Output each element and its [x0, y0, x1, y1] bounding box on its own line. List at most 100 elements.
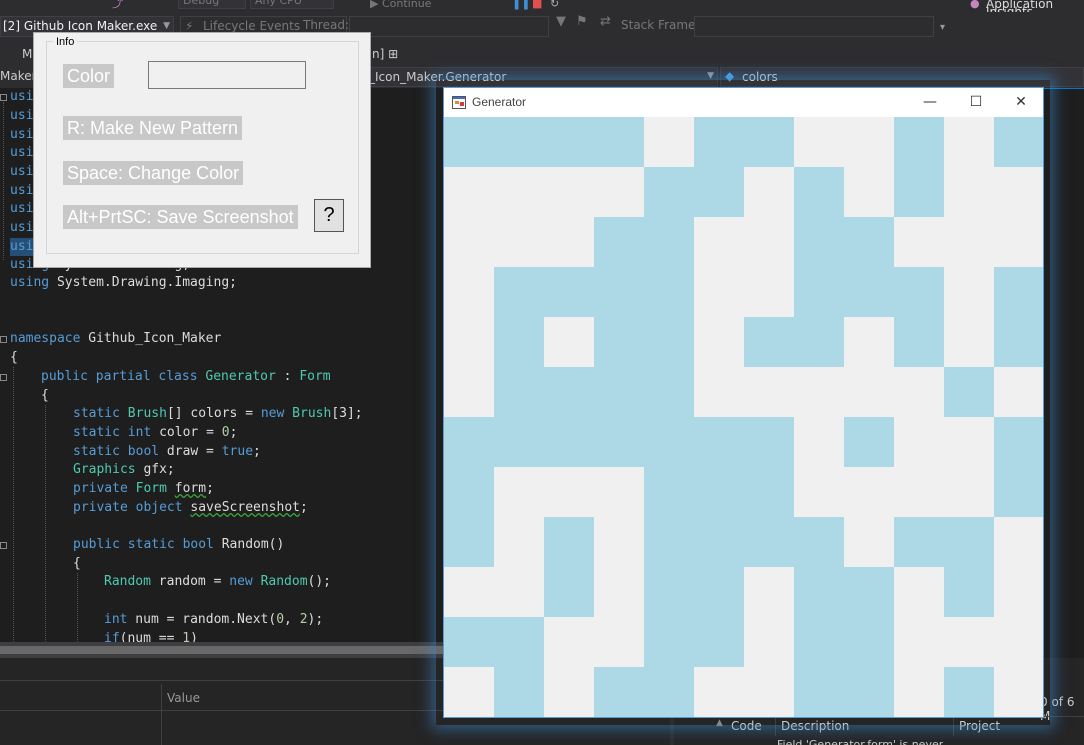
continue-button[interactable]: ▶ Continue	[370, 0, 431, 10]
pattern-cell	[644, 367, 694, 417]
code-keyword: private	[73, 481, 136, 496]
pattern-cell	[594, 117, 644, 167]
color-field[interactable]	[148, 61, 306, 89]
step-icon[interactable]: ⤴	[112, 0, 123, 10]
app-form-icon	[452, 96, 466, 109]
fold-toggle[interactable]	[0, 374, 7, 381]
code-type: Form	[135, 481, 167, 496]
info-window: Info Color R: Make New Pattern Space: Ch…	[33, 32, 371, 268]
editor-horizontal-scrollbar[interactable]	[0, 642, 445, 658]
code-keyword: public static bool	[73, 537, 214, 552]
maximize-button[interactable]: ☐	[953, 88, 999, 117]
code-text: [] colors =	[166, 406, 261, 421]
pattern-cell	[794, 617, 844, 667]
code-text: color =	[151, 425, 222, 440]
code-text: ();	[307, 574, 332, 589]
code-keyword: if	[104, 631, 120, 642]
pattern-cell	[694, 567, 744, 617]
code-line-brace: {	[73, 555, 81, 573]
fold-toggle[interactable]	[0, 94, 7, 101]
code-keyword: static bool	[73, 444, 160, 459]
tab-generator-design[interactable]: n] ⊞	[372, 47, 398, 61]
code-type: Form	[299, 369, 331, 384]
lightbulb-icon: ●	[970, 0, 980, 10]
indent-guide	[77, 573, 78, 642]
fold-toggle[interactable]	[0, 542, 7, 549]
stop-icon[interactable]: ■	[532, 0, 542, 10]
pattern-cell	[494, 617, 544, 667]
pattern-cell	[594, 217, 644, 267]
tab-generator-label: n]	[372, 47, 385, 61]
stack-frame-combo[interactable]	[694, 16, 934, 37]
help-button[interactable]: ?	[314, 199, 344, 232]
code-text: )	[190, 631, 198, 642]
restart-icon[interactable]: ↻	[550, 0, 559, 10]
pattern-cell	[444, 467, 494, 517]
pattern-cell	[644, 517, 694, 567]
switch-icon[interactable]: ⇄	[600, 15, 611, 28]
code-text: gfx;	[135, 462, 175, 477]
code-line-namespace: namespace Github_Icon_Maker	[10, 330, 221, 348]
value-column-header[interactable]: Value	[167, 691, 200, 705]
tab-solution[interactable]: M	[22, 47, 32, 61]
pattern-cell	[794, 517, 844, 567]
pattern-cell	[744, 117, 794, 167]
code-number: 0	[221, 425, 230, 440]
project-combo[interactable]: Maker	[0, 69, 37, 83]
generator-window: Generator — ☐ ✕	[443, 87, 1044, 718]
code-keyword: new	[229, 574, 261, 589]
code-keyword: int	[104, 612, 128, 627]
error-description[interactable]: Field 'Generator.form' is never	[777, 738, 943, 745]
pattern-cell	[844, 267, 894, 317]
configuration-combo[interactable]: Debug	[178, 0, 246, 9]
pattern-cell	[794, 567, 844, 617]
new-pattern-hint: R: Make New Pattern	[63, 116, 243, 140]
code-text: {	[10, 350, 18, 365]
pin-icon[interactable]: ⊞	[388, 47, 398, 61]
app-insights-button[interactable]: Application Insights	[986, 0, 1084, 18]
code-type: Random	[260, 574, 308, 589]
pattern-canvas[interactable]	[444, 117, 1043, 717]
code-type: Brush	[127, 406, 167, 421]
thread-combo[interactable]	[349, 16, 549, 37]
code-keyword: namespace	[10, 331, 81, 346]
pattern-cell	[544, 417, 594, 467]
indent-guide	[45, 405, 46, 642]
code-line-statement: if(num == 1)	[104, 630, 198, 642]
code-keyword: true	[221, 444, 254, 459]
pattern-cell	[644, 567, 694, 617]
close-button[interactable]: ✕	[998, 88, 1043, 117]
code-text: {	[73, 556, 81, 571]
pattern-cell	[644, 167, 694, 217]
pattern-cell	[644, 267, 694, 317]
pattern-cell	[944, 667, 994, 717]
platform-combo[interactable]: Any CPU	[250, 0, 334, 9]
code-line-field: static int color = 0;	[73, 424, 237, 442]
flag-icon[interactable]: ⚑	[576, 15, 588, 28]
generator-titlebar[interactable]: Generator — ☐ ✕	[444, 88, 1043, 117]
code-text: ;	[206, 481, 214, 496]
main-toolbar: ⤴ Debug Any CPU ▶ Continue ❚❚ ■ ↻ ● Appl…	[0, 0, 1084, 18]
pattern-cell	[644, 467, 694, 517]
pattern-cell	[644, 617, 694, 667]
code-text: ;	[299, 500, 308, 515]
scrollbar-thumb[interactable]	[0, 646, 445, 654]
pattern-cell	[494, 367, 544, 417]
code-keyword: private object	[73, 500, 191, 515]
pattern-cell	[544, 367, 594, 417]
info-group-title: Info	[53, 36, 78, 48]
pattern-cell	[694, 117, 744, 167]
code-text: {	[41, 388, 49, 403]
fold-toggle[interactable]	[0, 336, 7, 343]
code-text: Random()	[213, 537, 285, 552]
code-keyword: static int	[73, 425, 152, 440]
pattern-cell	[544, 567, 594, 617]
generator-title: Generator	[472, 95, 527, 109]
minimize-button[interactable]: —	[907, 88, 953, 117]
overflow-icon[interactable]: ▾	[940, 23, 945, 34]
code-text: num = random.Next(	[127, 612, 277, 627]
pause-icon[interactable]: ❚❚	[512, 0, 530, 10]
pattern-cell	[494, 667, 544, 717]
filter-icon[interactable]: ▼	[556, 15, 566, 28]
